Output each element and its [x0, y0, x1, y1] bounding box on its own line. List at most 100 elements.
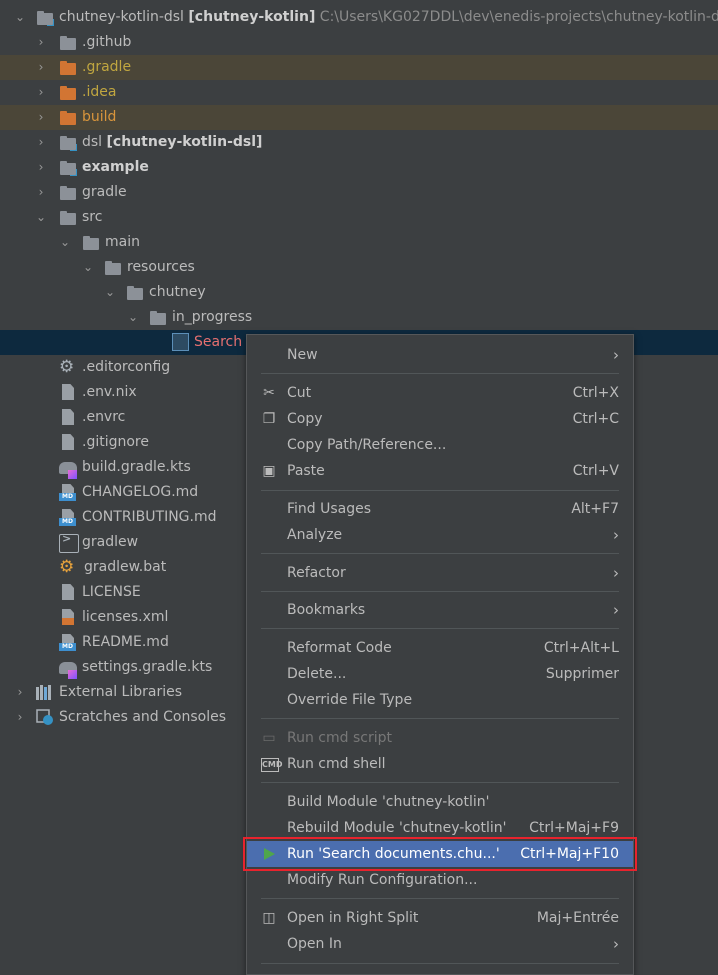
tree-label: .gradle	[82, 59, 132, 75]
menu-item-cut[interactable]: ✂ Cut Ctrl+X	[247, 380, 633, 406]
tree-row-gradle-cache[interactable]: › .gradle	[0, 55, 718, 80]
chevron-right-icon[interactable]: ›	[33, 30, 49, 55]
chevron-right-icon[interactable]: ›	[33, 80, 49, 105]
tree-row-example[interactable]: › example	[0, 155, 718, 180]
tree-label: .gitignore	[82, 434, 149, 450]
tree-label: .idea	[82, 84, 117, 100]
tree-row-resources[interactable]: ⌄ resources	[0, 255, 718, 280]
chevron-down-icon[interactable]: ⌄	[125, 305, 141, 330]
tree-label: build.gradle.kts	[82, 459, 191, 475]
menu-item-build-module[interactable]: Build Module 'chutney-kotlin'	[247, 789, 633, 815]
resources-folder-icon	[104, 259, 122, 276]
gradle-kotlin-icon	[59, 462, 77, 479]
tree-label: External Libraries	[59, 684, 182, 700]
chevron-down-icon[interactable]: ⌄	[102, 280, 118, 305]
menu-item-run[interactable]: Run 'Search documents.chu...' Ctrl+Maj+F…	[243, 837, 637, 871]
chevron-right-icon[interactable]: ›	[33, 55, 49, 80]
menu-item-run-cmd-shell[interactable]: CMD Run cmd shell	[247, 751, 633, 777]
menu-item-new[interactable]: New ›	[247, 342, 633, 368]
xml-file-icon	[59, 609, 77, 626]
tree-label: main	[105, 234, 140, 250]
separator	[261, 591, 619, 592]
tree-row-gradle[interactable]: › gradle	[0, 180, 718, 205]
menu-item-paste[interactable]: ▣ Paste Ctrl+V	[247, 458, 633, 484]
tree-label: licenses.xml	[82, 609, 169, 625]
split-icon: ◫	[262, 910, 276, 926]
menu-item-open-in[interactable]: Open In ›	[247, 931, 633, 957]
chevron-right-icon[interactable]: ›	[12, 680, 28, 705]
separator	[261, 898, 619, 899]
scissors-icon: ✂	[263, 385, 275, 401]
ignore-file-icon	[59, 434, 77, 451]
excluded-folder-icon	[59, 84, 77, 101]
tree-label: CONTRIBUTING.md	[82, 509, 217, 525]
chevron-right-icon: ›	[613, 564, 619, 582]
dsl-module: [chutney-kotlin-dsl]	[106, 134, 263, 150]
chevron-right-icon: ›	[613, 935, 619, 953]
excluded-folder-icon	[59, 109, 77, 126]
separator	[261, 490, 619, 491]
gear-icon: ⚙	[59, 357, 75, 377]
menu-item-find-usages[interactable]: Find Usages Alt+F7	[247, 496, 633, 522]
menu-item-refactor[interactable]: Refactor ›	[247, 560, 633, 586]
chevron-down-icon[interactable]: ⌄	[12, 5, 28, 30]
separator	[261, 373, 619, 374]
tree-row-idea[interactable]: › .idea	[0, 80, 718, 105]
markdown-icon: MD	[59, 634, 77, 651]
chevron-right-icon[interactable]: ›	[33, 105, 49, 130]
chevron-down-icon[interactable]: ⌄	[57, 230, 73, 255]
folder-icon	[59, 209, 77, 226]
cmd-icon: CMD	[261, 758, 282, 772]
tree-row-root[interactable]: ⌄ chutney-kotlin-dsl [chutney-kotlin] C:…	[0, 5, 718, 30]
chevron-right-icon: ›	[613, 346, 619, 364]
folder-icon	[126, 284, 144, 301]
tree-row-chutney[interactable]: ⌄ chutney	[0, 280, 718, 305]
menu-item-reformat[interactable]: Reformat Code Ctrl+Alt+L	[247, 635, 633, 661]
menu-item-modify-run-config[interactable]: Modify Run Configuration...	[247, 867, 633, 893]
chevron-down-icon[interactable]: ⌄	[80, 255, 96, 280]
module-folder-icon	[36, 9, 55, 27]
tree-row-github[interactable]: › .github	[0, 30, 718, 55]
tree-label: LICENSE	[82, 584, 141, 600]
menu-item-override-file-type[interactable]: Override File Type	[247, 687, 633, 713]
terminal-icon	[59, 532, 79, 553]
tree-label: gradlew	[82, 534, 139, 550]
tree-row-in-progress[interactable]: ⌄ in_progress	[0, 305, 718, 330]
folder-icon	[149, 309, 167, 326]
menu-item-rebuild-module[interactable]: Rebuild Module 'chutney-kotlin' Ctrl+Maj…	[247, 815, 633, 841]
menu-item-copy[interactable]: ❐ Copy Ctrl+C	[247, 406, 633, 432]
separator	[261, 718, 619, 719]
chevron-right-icon[interactable]: ›	[33, 155, 49, 180]
tree-row-main[interactable]: ⌄ main	[0, 230, 718, 255]
menu-item-analyze[interactable]: Analyze ›	[247, 522, 633, 548]
chevron-right-icon[interactable]: ›	[33, 180, 49, 205]
chevron-right-icon[interactable]: ›	[33, 130, 49, 155]
root-name: chutney-kotlin-dsl	[59, 9, 184, 25]
module-folder-icon	[59, 134, 78, 152]
scratches-icon	[36, 709, 54, 726]
tree-label: in_progress	[172, 309, 253, 325]
menu-item-run-cmd-script[interactable]: ▭ Run cmd script	[247, 725, 633, 751]
tree-row-dsl[interactable]: › dsl [chutney-kotlin-dsl]	[0, 130, 718, 155]
tree-label: .editorconfig	[82, 359, 171, 375]
menu-item-delete[interactable]: Delete... Supprimer	[247, 661, 633, 687]
chevron-down-icon[interactable]: ⌄	[33, 205, 49, 230]
clipboard-icon: ▣	[262, 463, 276, 479]
separator	[261, 963, 619, 964]
tree-row-build[interactable]: › build	[0, 105, 718, 130]
chevron-right-icon: ›	[613, 526, 619, 544]
copy-icon: ❐	[262, 411, 276, 427]
tree-row-src[interactable]: ⌄ src	[0, 205, 718, 230]
root-path: C:\Users\KG027DDL\dev\enedis-projects\ch…	[319, 9, 718, 25]
tree-label: .env.nix	[82, 384, 137, 400]
tree-label: resources	[127, 259, 195, 275]
menu-item-bookmarks[interactable]: Bookmarks ›	[247, 597, 633, 623]
tree-label: build	[82, 109, 117, 125]
tree-label: src	[82, 209, 103, 225]
menu-item-open-right-split[interactable]: ◫ Open in Right Split Maj+Entrée	[247, 905, 633, 931]
kotlin-script-icon	[172, 333, 189, 351]
markdown-icon: MD	[59, 484, 77, 501]
chevron-right-icon[interactable]: ›	[12, 705, 28, 730]
menu-item-copy-path[interactable]: Copy Path/Reference...	[247, 432, 633, 458]
file-icon	[59, 409, 77, 426]
